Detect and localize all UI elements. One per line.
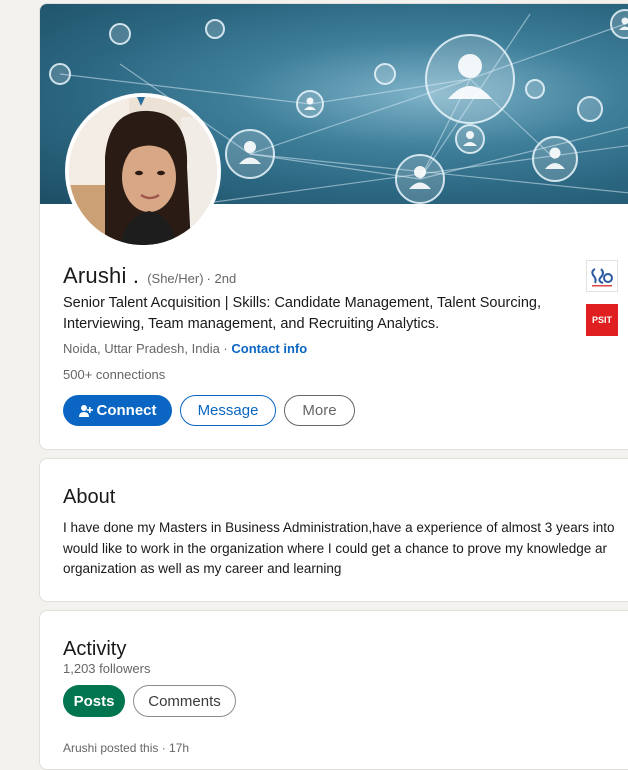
profile-card: Arushi . (She/Her) · 2nd Senior Talent A…: [39, 3, 628, 450]
about-text: I have done my Masters in Business Admin…: [63, 518, 628, 580]
about-line: would like to work in the organization w…: [63, 539, 628, 560]
avatar-badge-marker: [137, 97, 145, 106]
profile-location: Noida, Uttar Pradesh, India ·: [63, 341, 228, 356]
about-title: About: [63, 486, 115, 509]
activity-title: Activity: [63, 638, 126, 661]
connect-button-label: Connect: [97, 402, 157, 419]
profile-avatar[interactable]: [65, 93, 221, 249]
profile-name-row: Arushi . (She/Her) · 2nd: [63, 263, 236, 289]
psit-logo[interactable]: PSIT: [586, 304, 618, 336]
institution-logo-icon[interactable]: [586, 260, 618, 292]
about-line: I have done my Masters in Business Admin…: [63, 518, 628, 539]
activity-tabs: Posts Comments: [63, 685, 244, 717]
about-line: organization as well as my career and le…: [63, 559, 628, 580]
followers-count: 1,203 followers: [63, 661, 150, 676]
activity-card: Activity 1,203 followers Posts Comments …: [39, 610, 628, 770]
profile-name: Arushi .: [63, 263, 139, 289]
tab-comments[interactable]: Comments: [133, 685, 236, 717]
activity-preview-text: Arushi posted this · 17h: [63, 741, 189, 755]
profile-location-row: Noida, Uttar Pradesh, India · Contact in…: [63, 341, 307, 356]
connection-degree: · 2nd: [207, 271, 237, 286]
profile-photo: [69, 97, 217, 245]
more-button[interactable]: More: [284, 395, 355, 426]
contact-info-link[interactable]: Contact info: [231, 341, 307, 356]
tab-posts[interactable]: Posts: [63, 685, 125, 717]
profile-actions: Connect Message More: [63, 395, 363, 426]
profile-headline: Senior Talent Acquisition | Skills: Cand…: [63, 293, 563, 334]
add-person-icon: [79, 404, 93, 418]
message-button[interactable]: Message: [180, 395, 276, 426]
connect-button[interactable]: Connect: [63, 395, 172, 426]
about-card: About I have done my Masters in Business…: [39, 458, 628, 602]
experience-education-logos: PSIT: [586, 260, 618, 348]
profile-pronouns: (She/Her): [147, 271, 203, 286]
connections-count[interactable]: 500+ connections: [63, 367, 165, 382]
